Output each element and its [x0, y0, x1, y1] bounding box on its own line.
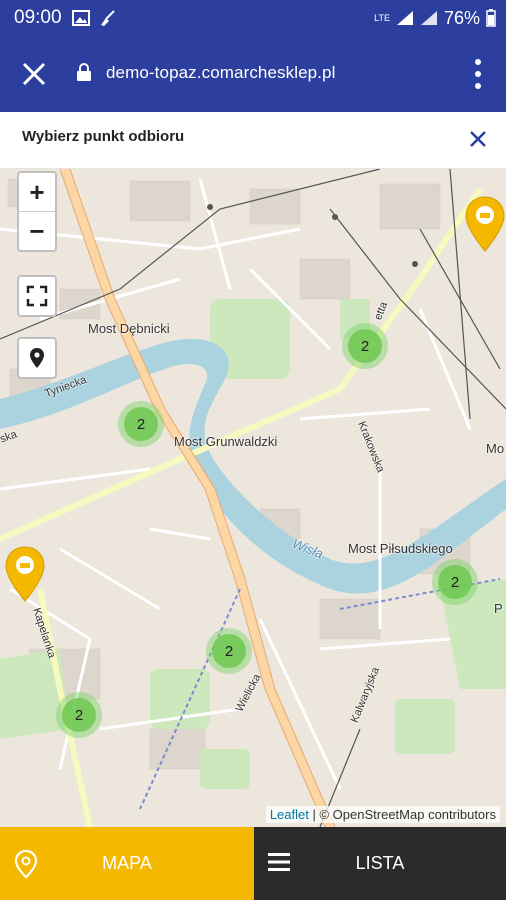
leaflet-link[interactable]: Leaflet [270, 807, 309, 822]
dialog-header: Wybierz punkt odbioru [0, 112, 506, 169]
dialog-title: Wybierz punkt odbioru [22, 128, 185, 145]
map-label-p: P [494, 601, 503, 616]
tab-map[interactable]: MAPA [0, 827, 254, 900]
battery-icon [486, 9, 496, 27]
fullscreen-button[interactable] [19, 277, 55, 315]
fullscreen-control [17, 275, 57, 317]
map-canvas[interactable]: Most Dębnicki Most Grunwaldzki Most Piłs… [0, 169, 506, 827]
cluster-count: 2 [438, 565, 472, 599]
map-label-most-pilsudskiego: Most Piłsudskiego [348, 541, 453, 556]
marker-cluster[interactable]: 2 [56, 692, 102, 738]
broom-icon [100, 10, 115, 26]
network-type: LTE [374, 13, 390, 23]
cluster-count: 2 [212, 634, 246, 668]
tab-list[interactable]: LISTA [254, 827, 506, 900]
map-label-most-grunwaldzki: Most Grunwaldzki [174, 434, 278, 449]
pickup-point-pin-icon[interactable] [464, 195, 506, 253]
tab-map-label: MAPA [102, 853, 152, 873]
image-icon [71, 10, 90, 26]
url-text[interactable]: demo-topaz.comarchesklep.pl [106, 63, 335, 83]
signal-icon [420, 11, 437, 25]
zoom-control: + − [17, 171, 57, 252]
status-time: 09:00 [14, 7, 62, 28]
fullscreen-icon [26, 285, 48, 307]
locate-button[interactable] [19, 339, 55, 377]
locate-control [17, 337, 57, 379]
close-icon[interactable] [468, 129, 488, 149]
close-icon[interactable] [20, 60, 48, 88]
map-label-most-debnicki: Most Dębnicki [88, 321, 170, 336]
map-label-mo: Mo [486, 441, 505, 456]
signal-icon [396, 11, 413, 25]
cluster-count: 2 [124, 407, 158, 441]
marker-cluster[interactable]: 2 [118, 401, 164, 447]
more-vert-icon[interactable] [474, 58, 482, 90]
zoom-in-button[interactable]: + [19, 173, 55, 211]
tab-list-label: LISTA [355, 853, 405, 873]
location-pin-icon [30, 348, 44, 368]
marker-cluster[interactable]: 2 [342, 323, 388, 369]
browser-toolbar: demo-topaz.comarchesklep.pl [0, 36, 506, 112]
cluster-count: 2 [348, 329, 382, 363]
pickup-point-pin-icon[interactable] [4, 545, 46, 603]
battery-percent: 76% [443, 7, 480, 28]
lock-icon [77, 63, 91, 81]
zoom-out-button[interactable]: − [19, 211, 55, 250]
map-attribution: Leaflet | © OpenStreetMap contributors [265, 806, 500, 823]
osm-attribution: | © OpenStreetMap contributors [312, 807, 497, 822]
status-bar: 09:00 LTE 76% [0, 0, 506, 36]
marker-cluster[interactable]: 2 [206, 628, 252, 674]
marker-cluster[interactable]: 2 [432, 559, 478, 605]
view-switcher: MAPA LISTA [0, 827, 506, 900]
cluster-count: 2 [62, 698, 96, 732]
